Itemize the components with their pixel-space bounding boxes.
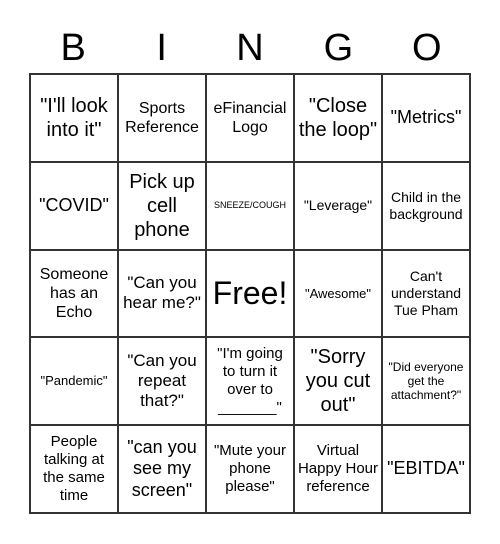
bingo-cell[interactable]: "Pandemic" [30, 337, 118, 426]
bingo-cell[interactable]: "can you see my screen" [118, 425, 206, 513]
free-space-cell[interactable]: Free! [206, 249, 294, 338]
bingo-cell[interactable]: Sports Reference [118, 74, 206, 162]
bingo-cell[interactable]: Can't understand Tue Pham [382, 249, 470, 338]
bingo-cell[interactable]: "Can you repeat that?" [118, 337, 206, 426]
bingo-header: BINGO [29, 24, 471, 72]
bingo-cell[interactable]: "Close the loop" [294, 74, 382, 162]
bingo-cell[interactable]: People talking at the same time [30, 425, 118, 513]
header-letter: O [412, 27, 442, 69]
header-letter: N [236, 27, 264, 69]
bingo-grid: "I'll look into it" Sports Reference eFina… [29, 73, 471, 514]
bingo-cell[interactable]: "I'll look into it" [30, 74, 118, 162]
header-letter: I [156, 27, 167, 69]
bingo-cell[interactable]: "COVID" [30, 161, 118, 250]
bingo-cell[interactable]: "Awesome" [294, 249, 382, 338]
bingo-cell[interactable]: "Metrics" [382, 74, 470, 162]
bingo-cell[interactable]: "I'm going to turn it over to _______" [206, 337, 294, 426]
bingo-cell[interactable]: eFinancial Logo [206, 74, 294, 162]
header-letter: B [60, 27, 86, 69]
bingo-cell[interactable]: Child in the background [382, 161, 470, 250]
bingo-cell[interactable]: "EBITDA" [382, 425, 470, 513]
bingo-cell[interactable]: Someone has an Echo [30, 249, 118, 338]
bingo-cell[interactable]: "Leverage" [294, 161, 382, 250]
bingo-cell[interactable]: Pick up cell phone [118, 161, 206, 250]
bingo-cell[interactable]: Virtual Happy Hour reference [294, 425, 382, 513]
header-letter: G [323, 27, 354, 69]
bingo-cell[interactable]: SNEEZE/COUGH [206, 161, 294, 250]
bingo-cell[interactable]: "Can you hear me?" [118, 249, 206, 338]
bingo-cell[interactable]: "Sorry you cut out" [294, 337, 382, 426]
bingo-cell[interactable]: "Did everyone get the attachment?" [382, 337, 470, 426]
bingo-cell[interactable]: "Mute your phone please" [206, 425, 294, 513]
